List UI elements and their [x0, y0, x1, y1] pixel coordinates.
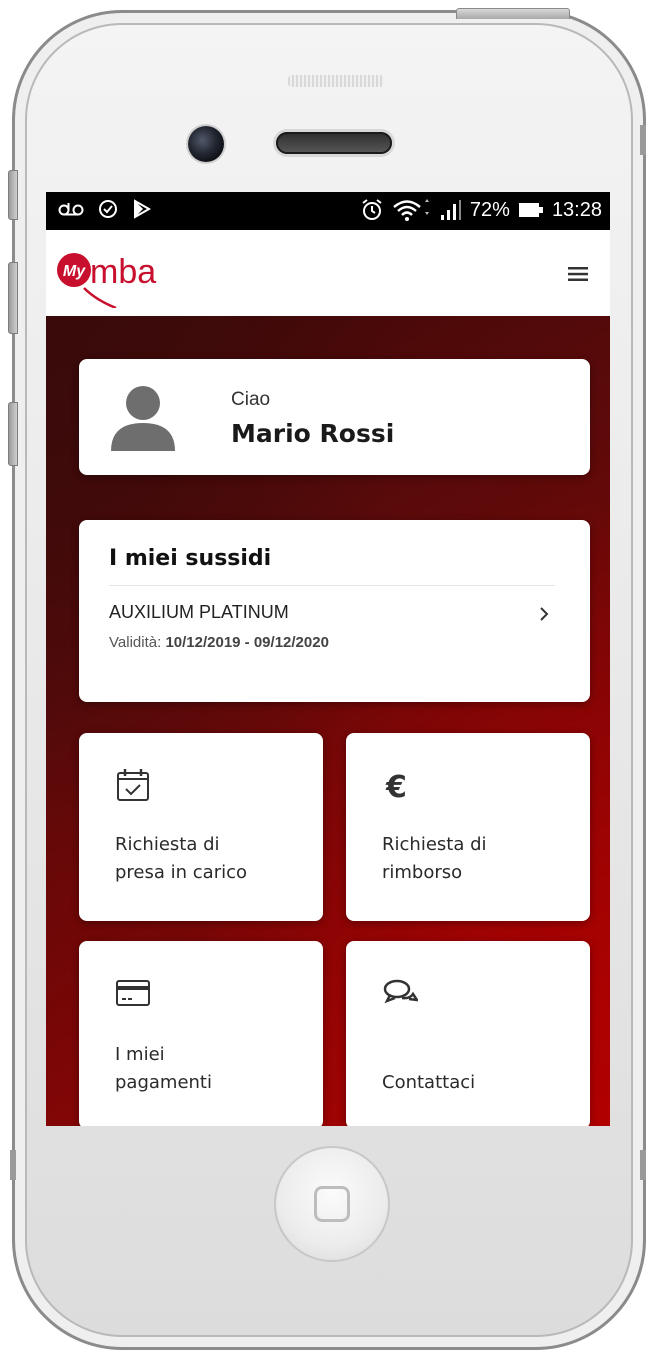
mymba-logo-icon: My mba [57, 253, 156, 310]
greeting-label: Ciao [231, 389, 271, 410]
home-square-icon [314, 1186, 350, 1222]
chat-bubbles-icon [383, 979, 418, 1004]
play-icon [134, 199, 152, 219]
signal-icon [440, 200, 461, 220]
tile-contact-us-label: Contattaci [382, 1041, 572, 1097]
status-bar: 72% 13:28 [46, 192, 610, 230]
status-time: 13:28 [551, 198, 602, 221]
svg-text:€: € [385, 770, 407, 803]
alarm-icon [362, 199, 382, 220]
earpiece-speaker [276, 132, 392, 154]
credit-card-icon [116, 980, 150, 1006]
home-button[interactable] [274, 1146, 390, 1262]
volume-down-button [8, 402, 18, 466]
tile-label-line: Richiesta di [382, 834, 487, 855]
subsidy-plan-name: AUXILIUM PLATINUM [109, 602, 289, 622]
frame-notch [640, 1150, 646, 1180]
dashboard-content: Ciao Mario Rossi I miei sussidi AUXILIUM… [46, 316, 610, 1126]
tile-reimbursement-request-label: Richiesta di rimborso [382, 831, 572, 887]
frame-notch [640, 125, 646, 155]
shield-icon [99, 200, 117, 218]
user-name: Mario Rossi [231, 419, 395, 448]
tile-label-line: rimborso [382, 862, 463, 883]
app-header: My mba [46, 230, 610, 316]
status-bar-left-icons [58, 198, 152, 220]
subsidy-item[interactable]: AUXILIUM PLATINUM Validità: 10/12/2019 -… [109, 600, 555, 660]
tile-my-payments[interactable]: I miei pagamenti [79, 941, 323, 1126]
tile-label-line [382, 1041, 572, 1069]
phone-screen: 72% 13:28 My mba Ciao Mario Rossi I miei… [46, 192, 610, 1126]
wifi-icon [393, 199, 429, 221]
tile-label-line: presa in carico [115, 862, 248, 883]
tile-care-request[interactable]: Richiesta di presa in carico [79, 733, 323, 921]
validity-range: 10/12/2019 - 09/12/2020 [165, 634, 329, 651]
battery-icon [518, 203, 543, 217]
svg-text:My: My [63, 263, 86, 280]
tile-label-line: pagamenti [115, 1072, 212, 1093]
speaker-grille [288, 75, 384, 87]
tile-contact-us[interactable]: Contattaci [346, 941, 590, 1126]
battery-percent: 72% [469, 198, 510, 221]
hamburger-menu-icon[interactable] [568, 266, 588, 282]
status-bar-right-icons: 72% 13:28 [360, 198, 602, 222]
app-logo[interactable]: My mba [54, 248, 204, 310]
front-camera [188, 126, 224, 162]
power-button [456, 8, 570, 19]
euro-icon: € [385, 770, 407, 803]
tile-my-payments-label: I miei pagamenti [115, 1041, 305, 1097]
tile-care-request-label: Richiesta di presa in carico [115, 831, 305, 887]
mute-switch [8, 170, 18, 220]
subsidies-title: I miei sussidi [109, 546, 272, 571]
greeting-card: Ciao Mario Rossi [79, 359, 590, 475]
voicemail-icon [58, 203, 84, 216]
tile-label-line: I miei [115, 1044, 165, 1065]
user-avatar-icon [111, 386, 175, 451]
svg-text:mba: mba [90, 253, 156, 291]
tile-reimbursement-request[interactable]: € Richiesta di rimborso [346, 733, 590, 921]
frame-notch [10, 1150, 16, 1180]
chevron-right-icon [540, 607, 549, 621]
divider [109, 585, 555, 586]
tile-label-line: Richiesta di [115, 834, 220, 855]
tile-label-line: Contattaci [382, 1072, 476, 1093]
volume-up-button [8, 262, 18, 334]
subsidies-card: I miei sussidi AUXILIUM PLATINUM Validit… [79, 520, 590, 702]
calendar-check-icon [117, 769, 149, 801]
subsidy-validity: Validità: 10/12/2019 - 09/12/2020 [109, 634, 329, 651]
validity-label: Validità: [109, 634, 162, 651]
